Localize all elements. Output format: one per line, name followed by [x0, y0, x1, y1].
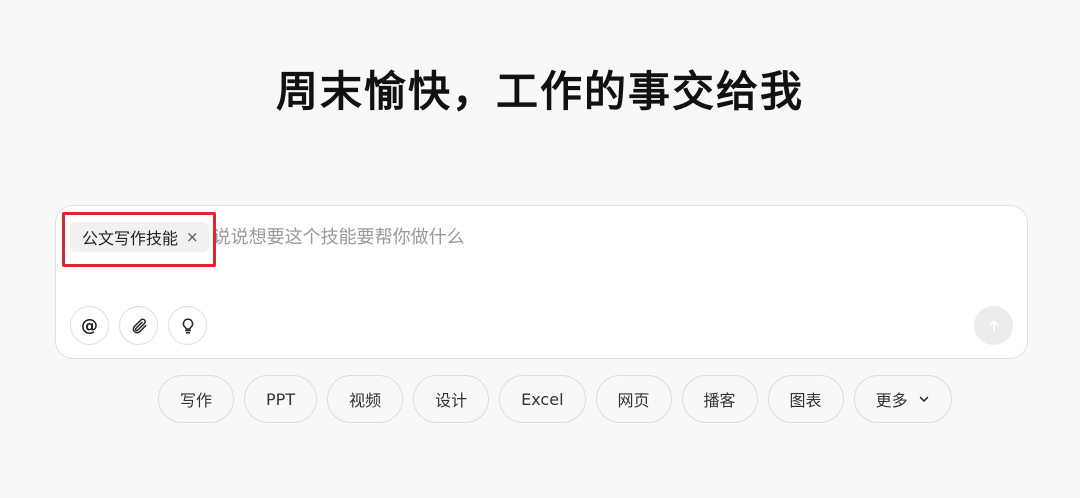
- mention-button[interactable]: @: [70, 306, 109, 345]
- paperclip-icon: [132, 318, 146, 333]
- category-label: 网页: [617, 391, 650, 410]
- category-more[interactable]: 更多: [853, 375, 952, 423]
- category-label: 设计: [435, 391, 468, 410]
- prompt-input[interactable]: [212, 226, 913, 248]
- composer-toolbar: @: [70, 306, 207, 345]
- category-label: 播客: [703, 391, 736, 410]
- category-excel[interactable]: Excel: [499, 375, 586, 423]
- category-label: PPT: [266, 389, 296, 409]
- arrow-up-icon: [988, 319, 999, 332]
- category-video[interactable]: 视频: [327, 375, 404, 423]
- category-design[interactable]: 设计: [413, 375, 490, 423]
- category-label: 写作: [180, 391, 213, 410]
- skill-tag-label: 公文写作技能: [82, 229, 179, 248]
- chevron-down-icon: [919, 396, 928, 402]
- category-chips: 写作 PPT 视频 设计 Excel 网页 播客 图表 更多: [158, 375, 952, 423]
- skill-tag[interactable]: 公文写作技能 ×: [70, 222, 209, 252]
- attach-button[interactable]: [119, 306, 158, 345]
- category-label: 图表: [789, 391, 822, 410]
- idea-button[interactable]: [168, 306, 207, 345]
- send-button[interactable]: [974, 306, 1013, 345]
- category-podcast[interactable]: 播客: [681, 375, 758, 423]
- category-label: 视频: [349, 391, 382, 410]
- category-label: Excel: [521, 389, 564, 409]
- category-label: 更多: [875, 391, 908, 410]
- mention-icon: @: [81, 315, 98, 336]
- chat-composer: 公文写作技能 × @: [55, 205, 1028, 359]
- page-title: 周末愉快，工作的事交给我: [275, 67, 804, 116]
- lightbulb-icon: [182, 317, 193, 333]
- category-writing[interactable]: 写作: [158, 375, 235, 423]
- category-ppt[interactable]: PPT: [244, 375, 318, 423]
- category-chart[interactable]: 图表: [767, 375, 844, 423]
- close-icon[interactable]: ×: [186, 228, 199, 246]
- composer-input-row: 公文写作技能 ×: [70, 222, 913, 252]
- page: 周末愉快，工作的事交给我 公文写作技能 × @: [0, 0, 1080, 498]
- category-webpage[interactable]: 网页: [595, 375, 672, 423]
